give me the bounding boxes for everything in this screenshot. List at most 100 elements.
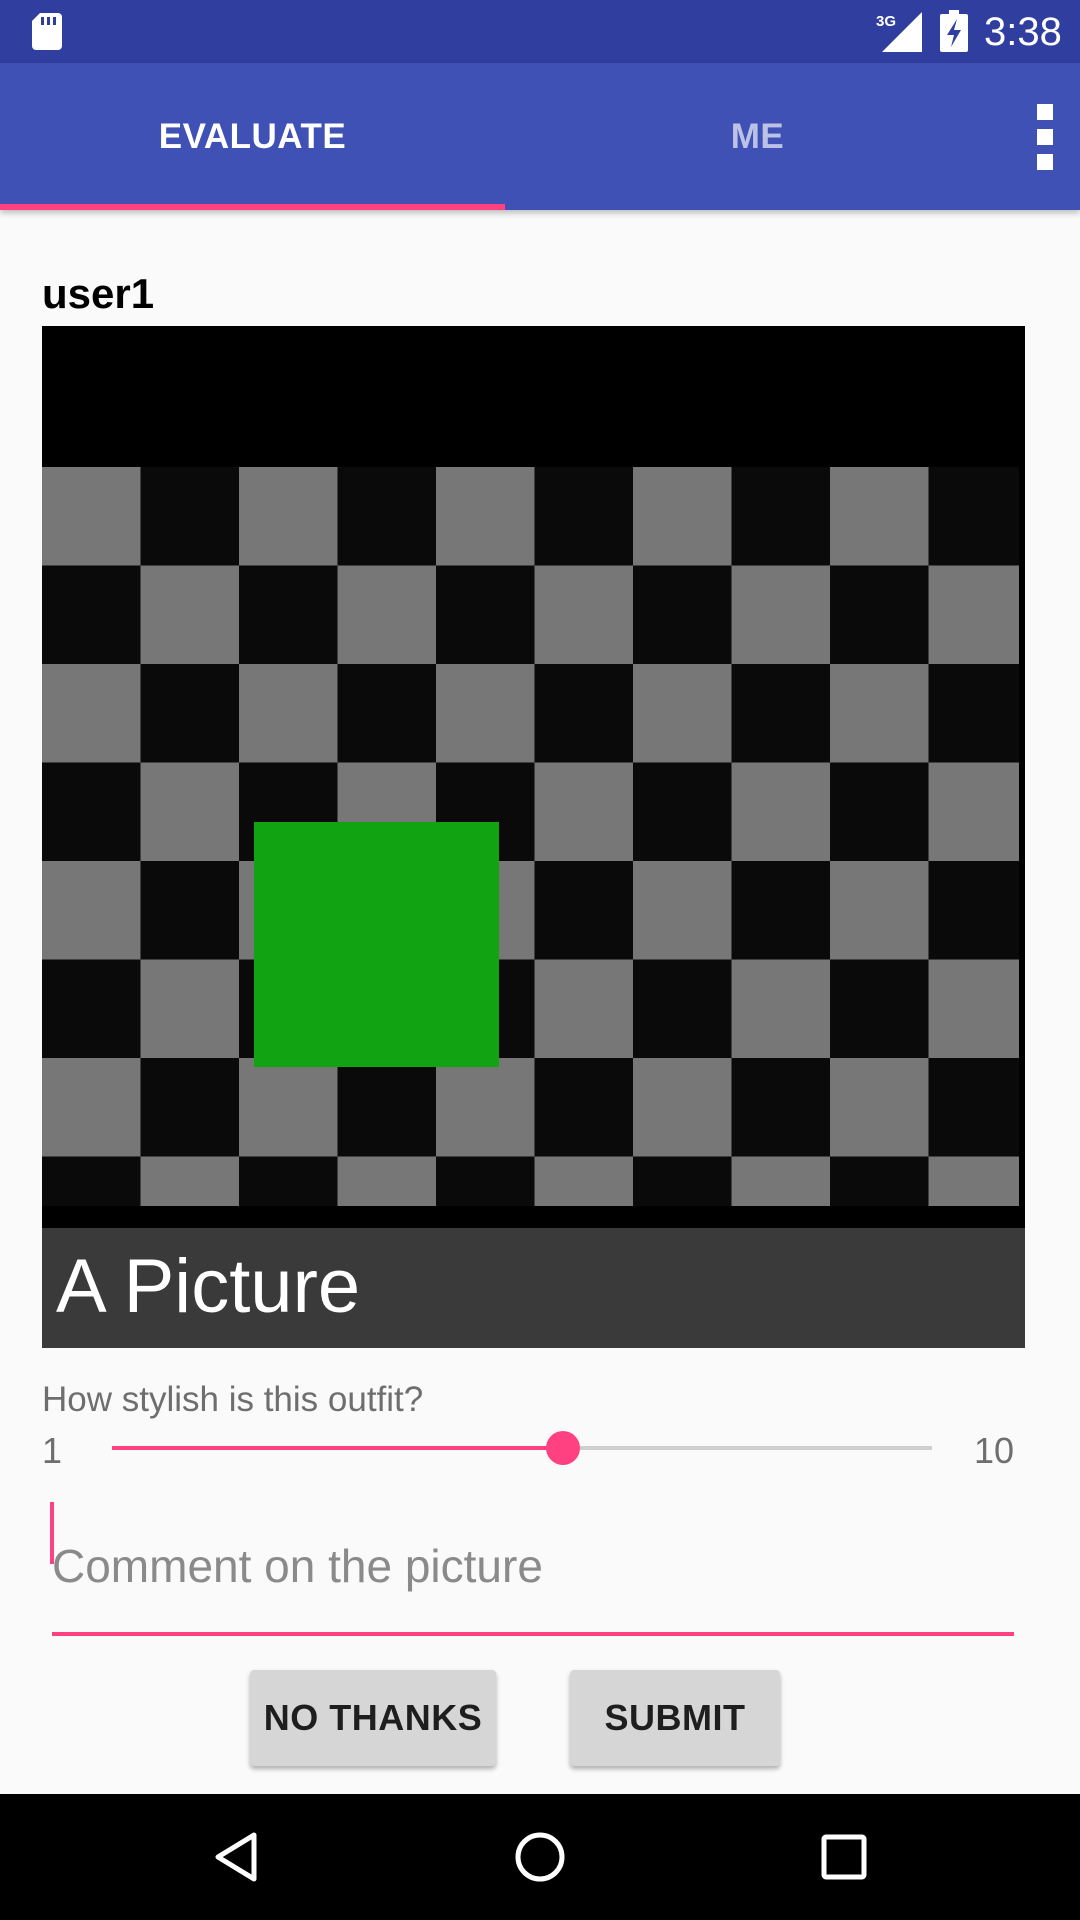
picture-caption: A Picture bbox=[56, 1244, 361, 1329]
app-bar: EVALUATE ME bbox=[0, 63, 1080, 210]
sd-card-icon bbox=[32, 13, 62, 50]
checker-cell bbox=[633, 762, 732, 861]
checker-cell bbox=[731, 1058, 830, 1157]
home-button[interactable] bbox=[470, 1794, 610, 1920]
checker-cell bbox=[830, 664, 929, 763]
rating-slider-thumb[interactable] bbox=[546, 1431, 580, 1465]
back-button[interactable] bbox=[166, 1794, 306, 1920]
post-username: user1 bbox=[42, 270, 155, 317]
checker-cell bbox=[534, 467, 633, 566]
checker-cell bbox=[731, 762, 830, 861]
tab-indicator bbox=[0, 204, 505, 210]
network-type-label: 3G bbox=[876, 13, 896, 30]
recents-button[interactable] bbox=[774, 1794, 914, 1920]
post-picture[interactable]: A Picture bbox=[42, 326, 1025, 1348]
picture-caption-bar: A Picture bbox=[42, 1228, 1025, 1348]
checker-cell bbox=[830, 1156, 929, 1206]
checker-cell bbox=[830, 565, 929, 664]
checker-cell bbox=[830, 1058, 929, 1157]
checker-cell bbox=[140, 565, 239, 664]
checker-cell bbox=[140, 467, 239, 566]
checker-cell bbox=[534, 1156, 633, 1206]
home-icon bbox=[515, 1832, 565, 1882]
battery-charging-icon bbox=[940, 10, 968, 52]
more-vert-icon[interactable] bbox=[1010, 63, 1080, 210]
checker-cell bbox=[42, 1156, 141, 1206]
checker-cell bbox=[731, 959, 830, 1058]
back-icon bbox=[215, 1832, 257, 1882]
checker-cell bbox=[239, 565, 338, 664]
checker-cell bbox=[731, 664, 830, 763]
checker-cell bbox=[42, 664, 141, 763]
recents-icon bbox=[821, 1834, 867, 1880]
checker-cell bbox=[140, 1156, 239, 1206]
checker-cell bbox=[42, 565, 141, 664]
checker-cell bbox=[928, 762, 1019, 861]
picture-image bbox=[42, 326, 1025, 1228]
checker-cell bbox=[928, 1058, 1019, 1157]
checker-cell bbox=[928, 664, 1019, 763]
checker-cell bbox=[140, 664, 239, 763]
checker-cell bbox=[830, 467, 929, 566]
checker-cell bbox=[140, 1058, 239, 1157]
checker-cell bbox=[337, 565, 436, 664]
checker-cell bbox=[731, 1156, 830, 1206]
checkerboard-pattern bbox=[42, 467, 1019, 1206]
checker-cell bbox=[830, 861, 929, 960]
checker-cell bbox=[239, 1058, 338, 1157]
screen: 3G 3:38 EVALUATE ME user1 A Picture How … bbox=[0, 0, 1080, 1920]
checker-cell bbox=[42, 861, 141, 960]
comment-input[interactable] bbox=[52, 1500, 1014, 1636]
rating-slider[interactable] bbox=[112, 1431, 932, 1465]
submit-button[interactable]: SUBMIT bbox=[570, 1670, 780, 1766]
tab-me[interactable]: ME bbox=[505, 63, 1010, 210]
checker-cell bbox=[534, 959, 633, 1058]
rating-min-label: 1 bbox=[42, 1430, 63, 1471]
checker-cell bbox=[42, 467, 141, 566]
checker-cell bbox=[436, 565, 535, 664]
checker-cell bbox=[534, 565, 633, 664]
checker-cell bbox=[42, 959, 141, 1058]
checker-cell bbox=[830, 959, 929, 1058]
rating-question: How stylish is this outfit? bbox=[42, 1380, 424, 1419]
checker-cell bbox=[633, 861, 732, 960]
status-clock: 3:38 bbox=[984, 10, 1062, 54]
checker-cell bbox=[633, 565, 732, 664]
rating-max-label: 10 bbox=[974, 1430, 1015, 1471]
checker-cell bbox=[633, 1058, 732, 1157]
checker-cell bbox=[928, 467, 1019, 566]
checker-cell bbox=[534, 861, 633, 960]
checker-cell bbox=[436, 467, 535, 566]
cell-signal-icon: 3G bbox=[876, 12, 922, 52]
checker-cell bbox=[239, 664, 338, 763]
checker-cell bbox=[830, 762, 929, 861]
checker-cell bbox=[633, 467, 732, 566]
checker-cell bbox=[928, 959, 1019, 1058]
tab-evaluate[interactable]: EVALUATE bbox=[0, 63, 505, 210]
checker-cell bbox=[239, 467, 338, 566]
checker-cell bbox=[928, 565, 1019, 664]
checker-cell bbox=[731, 565, 830, 664]
checker-cell bbox=[436, 1058, 535, 1157]
more-vert-icon-glyph bbox=[1037, 103, 1053, 170]
checker-cell bbox=[633, 664, 732, 763]
checker-cell bbox=[928, 1156, 1019, 1206]
checker-cell bbox=[140, 861, 239, 960]
rating-slider-fill bbox=[112, 1446, 563, 1450]
checker-cell bbox=[633, 959, 732, 1058]
checker-cell bbox=[239, 1156, 338, 1206]
checker-cell bbox=[928, 861, 1019, 960]
checker-cell bbox=[140, 762, 239, 861]
checker-cell bbox=[534, 664, 633, 763]
checker-cell bbox=[731, 467, 830, 566]
checker-cell bbox=[436, 664, 535, 763]
checker-cell bbox=[42, 762, 141, 861]
checker-cell bbox=[436, 1156, 535, 1206]
checker-cell bbox=[337, 1156, 436, 1206]
checker-cell bbox=[337, 1058, 436, 1157]
checker-cell bbox=[337, 664, 436, 763]
green-square bbox=[254, 822, 499, 1067]
no-thanks-button[interactable]: NO THANKS bbox=[250, 1670, 496, 1766]
navigation-bar bbox=[0, 1794, 1080, 1920]
status-bar: 3G 3:38 bbox=[0, 0, 1080, 63]
